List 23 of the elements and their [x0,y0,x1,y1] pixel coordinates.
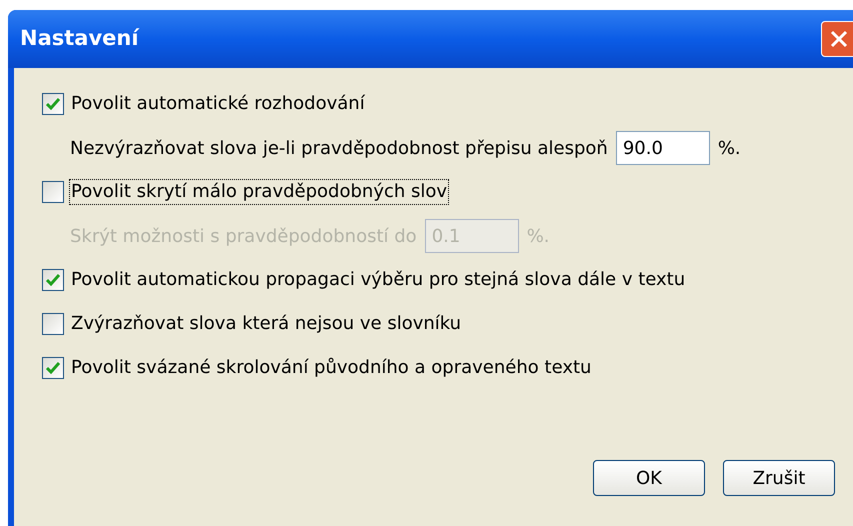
checkbox-label: Povolit automatickou propagaci výběru pro stejná slova dále v textu [70,268,686,292]
checkbox-label: Povolit skrytí málo pravděpodobných slov [70,180,448,204]
window-title: Nastavení [20,25,140,52]
checkbox-label: Povolit automatické rozhodování [70,92,366,116]
check-icon [46,362,60,374]
close-button[interactable] [821,21,853,57]
field-label: Skrýt možnosti s pravděpodobností do [70,224,417,248]
checkbox[interactable] [42,357,64,379]
input-field[interactable]: 90.0 [616,131,710,165]
check-icon [46,274,60,286]
field-label: Nezvýrazňovat slova je-li pravděpodobnost přepisu alespoň [70,136,608,160]
checkbox[interactable] [42,313,64,335]
checkbox[interactable] [42,269,64,291]
checkbox-label: Povolit svázané skrolování původního a opraveného textu [70,356,592,380]
checkbox[interactable] [42,181,64,203]
dialog-button[interactable]: Zrušit [723,460,835,496]
close-icon [830,30,848,48]
check-icon [46,98,60,110]
checkbox-label: Zvýrazňovat slova která nejsou ve slovníku [70,312,462,336]
dialog-button[interactable]: OK [593,460,705,496]
checkbox[interactable] [42,93,64,115]
unit-label: %. [718,136,741,160]
unit-label: %. [526,224,550,248]
